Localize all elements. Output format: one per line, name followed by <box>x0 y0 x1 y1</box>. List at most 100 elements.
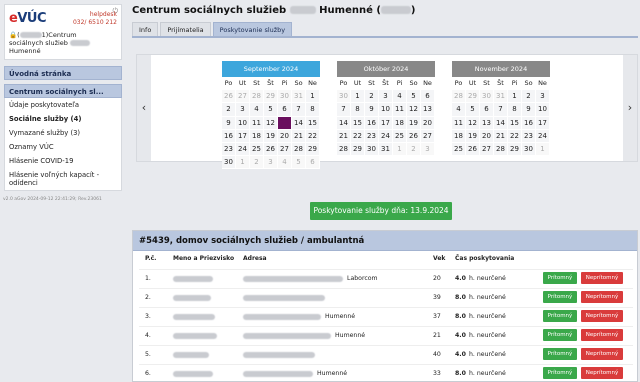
calendar-day[interactable]: 17 <box>536 116 550 130</box>
calendar-day[interactable]: 15 <box>351 116 365 130</box>
calendar-day[interactable]: 8 <box>508 103 522 117</box>
present-button[interactable]: Prítomný <box>543 329 577 341</box>
calendar-day[interactable]: 31 <box>379 142 393 157</box>
calendar-day[interactable]: 28 <box>250 90 264 104</box>
calendar-day[interactable]: 2 <box>250 156 264 170</box>
calendar-day[interactable]: 2 <box>222 103 236 117</box>
chevron-right-icon[interactable]: › <box>623 55 637 161</box>
calendar-day[interactable]: 21 <box>292 129 306 143</box>
calendar-day[interactable]: 5 <box>407 90 421 104</box>
sidebar-item-5[interactable]: Hlásenie voľných kapacít - odídenci <box>5 168 121 190</box>
calendar-day[interactable]: 6 <box>306 156 320 170</box>
calendar-day-selected[interactable]: 13 <box>278 116 292 130</box>
calendar-day[interactable]: 23 <box>222 142 236 157</box>
sidebar-item-1[interactable]: Sociálne služby (4) <box>5 112 121 126</box>
calendar-day[interactable]: 15 <box>306 116 320 130</box>
calendar-day[interactable]: 5 <box>292 156 306 170</box>
calendar-day[interactable]: 11 <box>452 116 466 130</box>
calendar-day[interactable]: 19 <box>466 129 480 143</box>
calendar-day[interactable]: 30 <box>480 90 494 104</box>
calendar-day[interactable]: 16 <box>522 116 536 130</box>
calendar-day[interactable]: 3 <box>379 90 393 104</box>
calendar-day[interactable]: 26 <box>222 90 236 104</box>
absent-button[interactable]: Neprítomný <box>581 310 623 322</box>
calendar-day[interactable]: 30 <box>365 142 379 157</box>
logo[interactable]: eVÚC <box>9 11 46 26</box>
calendar-day[interactable]: 29 <box>264 90 278 104</box>
absent-button[interactable]: Neprítomný <box>581 272 623 284</box>
present-button[interactable]: Prítomný <box>543 348 577 360</box>
present-button[interactable]: Prítomný <box>543 272 577 284</box>
calendar-day[interactable]: 4 <box>393 90 407 104</box>
calendar-day[interactable]: 1 <box>236 156 250 170</box>
calendar-day[interactable]: 24 <box>379 129 393 143</box>
absent-button[interactable]: Neprítomný <box>581 291 623 303</box>
calendar-day[interactable]: 12 <box>466 116 480 130</box>
calendar-day[interactable]: 20 <box>278 129 292 143</box>
calendar-day[interactable]: 26 <box>466 142 480 157</box>
calendar-day[interactable]: 29 <box>351 142 365 157</box>
calendar-day[interactable]: 12 <box>407 103 421 117</box>
calendar-day[interactable]: 15 <box>508 116 522 130</box>
present-button[interactable]: Prítomný <box>543 291 577 303</box>
calendar-day[interactable]: 25 <box>452 142 466 157</box>
calendar-day[interactable]: 8 <box>306 103 320 117</box>
menu-home[interactable]: Úvodná stránka <box>4 66 122 80</box>
calendar-day[interactable]: 23 <box>522 129 536 143</box>
present-button[interactable]: Prítomný <box>543 367 577 379</box>
calendar-day[interactable]: 29 <box>508 142 522 157</box>
tab-0[interactable]: Info <box>132 22 159 37</box>
calendar-day[interactable]: 17 <box>379 116 393 130</box>
calendar-day[interactable]: 30 <box>522 142 536 157</box>
calendar-day[interactable]: 7 <box>337 103 351 117</box>
calendar-day[interactable]: 6 <box>480 103 494 117</box>
calendar-day[interactable]: 19 <box>407 116 421 130</box>
calendar-day[interactable]: 26 <box>264 142 278 157</box>
calendar-day[interactable]: 18 <box>452 129 466 143</box>
calendar-day[interactable]: 24 <box>536 129 550 143</box>
calendar-day[interactable]: 9 <box>522 103 536 117</box>
calendar-day[interactable]: 31 <box>292 90 306 104</box>
calendar-day[interactable]: 1 <box>536 142 550 157</box>
calendar-day[interactable]: 2 <box>365 90 379 104</box>
calendar-day[interactable]: 28 <box>494 142 508 157</box>
calendar-day[interactable]: 16 <box>365 116 379 130</box>
calendar-day[interactable]: 3 <box>236 103 250 117</box>
calendar-day[interactable]: 9 <box>365 103 379 117</box>
calendar-day[interactable]: 28 <box>452 90 466 104</box>
menu-active-provider[interactable]: Centrum sociálnych sl... <box>4 84 122 98</box>
calendar-day[interactable]: 10 <box>236 116 250 130</box>
calendar-day[interactable]: 3 <box>536 90 550 104</box>
sidebar-item-4[interactable]: Hlásenie COVID-19 <box>5 154 121 168</box>
calendar-day[interactable]: 25 <box>250 142 264 157</box>
sidebar-item-2[interactable]: Vymazané služby (3) <box>5 126 121 140</box>
calendar-day[interactable]: 6 <box>421 90 435 104</box>
calendar-day[interactable]: 30 <box>337 90 351 104</box>
calendar-day[interactable]: 21 <box>494 129 508 143</box>
calendar-day[interactable]: 16 <box>222 129 236 143</box>
sidebar-item-3[interactable]: Oznamy VÚC <box>5 140 121 154</box>
calendar-day[interactable]: 27 <box>480 142 494 157</box>
calendar-day[interactable]: 14 <box>337 116 351 130</box>
tab-2[interactable]: Poskytovanie služby <box>212 22 293 37</box>
calendar-day[interactable]: 11 <box>393 103 407 117</box>
service-date-button[interactable]: Poskytovanie služby dňa: 13.9.2024 <box>310 202 452 220</box>
calendar-day[interactable]: 10 <box>536 103 550 117</box>
calendar-day[interactable]: 29 <box>306 142 320 157</box>
sidebar-item-0[interactable]: Údaje poskytovateľa <box>5 98 121 112</box>
calendar-day[interactable]: 30 <box>278 90 292 104</box>
calendar-day[interactable]: 29 <box>466 90 480 104</box>
calendar-day[interactable]: 2 <box>522 90 536 104</box>
calendar-day[interactable]: 26 <box>407 129 421 143</box>
calendar-day[interactable]: 5 <box>264 103 278 117</box>
calendar-day[interactable]: 10 <box>379 103 393 117</box>
calendar-day[interactable]: 14 <box>292 116 306 130</box>
calendar-day[interactable]: 2 <box>407 142 421 157</box>
calendar-day[interactable]: 30 <box>222 156 236 170</box>
absent-button[interactable]: Neprítomný <box>581 367 623 379</box>
tab-1[interactable]: Prijímatelia <box>160 22 211 37</box>
absent-button[interactable]: Neprítomný <box>581 329 623 341</box>
calendar-day[interactable]: 12 <box>264 116 278 130</box>
calendar-day[interactable]: 7 <box>494 103 508 117</box>
calendar-day[interactable]: 13 <box>480 116 494 130</box>
